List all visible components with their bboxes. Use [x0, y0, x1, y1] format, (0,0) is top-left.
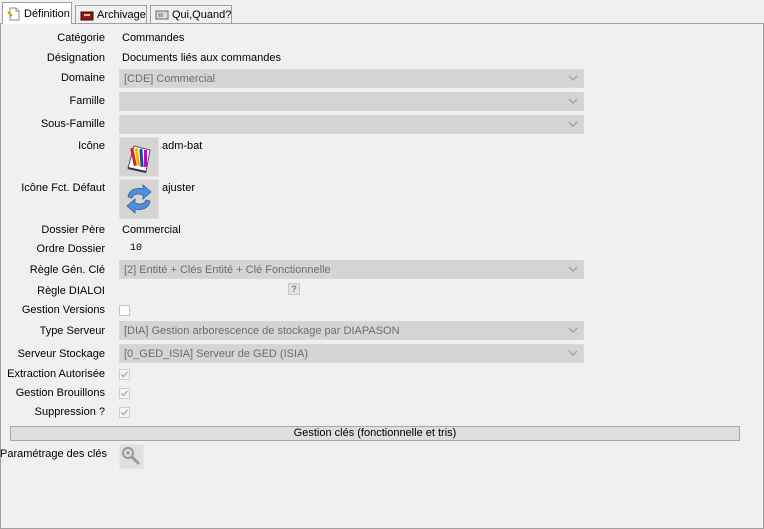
parametrage-cles-label: Paramétrage des clés — [0, 448, 107, 460]
chevron-down-icon — [568, 119, 578, 129]
extraction-autorisee-checkbox[interactable] — [119, 369, 130, 380]
suppression-label: Suppression ? — [34, 406, 105, 418]
famille-select[interactable] — [119, 92, 584, 111]
dossier-pere-value: Commercial — [122, 224, 181, 236]
designation-value: Documents liés aux commandes — [122, 52, 281, 64]
gestion-versions-label: Gestion Versions — [21, 304, 105, 316]
gestion-cles-button[interactable]: Gestion clés (fonctionnelle et tris) — [10, 426, 740, 441]
definition-panel: Catégorie Commandes Désignation Document… — [0, 23, 764, 529]
chevron-down-icon — [568, 96, 578, 106]
icone-fct-value: ajuster — [162, 182, 196, 194]
sous-famille-select[interactable] — [119, 115, 584, 134]
ordre-dossier-value: 10 — [130, 243, 143, 254]
dossier-pere-label: Dossier Père — [41, 224, 105, 236]
document-icon — [7, 7, 21, 21]
domaine-select-value: [CDE] Commercial — [124, 73, 216, 85]
type-serveur-select-value: [DIA] Gestion arborescence de stockage p… — [124, 325, 400, 337]
chevron-down-icon — [568, 264, 578, 274]
type-serveur-select[interactable]: [DIA] Gestion arborescence de stockage p… — [119, 321, 584, 340]
tab-archivage[interactable]: Archivage — [75, 5, 147, 23]
checkmark-icon — [121, 371, 128, 378]
checkmark-icon — [121, 409, 128, 416]
tab-qui-quand[interactable]: Qui,Quand? — [150, 5, 232, 23]
tab-definition[interactable]: Définition — [2, 2, 72, 24]
icone-fct-picker[interactable] — [119, 179, 159, 219]
tab-qui-quand-label: Qui,Quand? — [172, 8, 232, 21]
pencils-icon — [120, 145, 158, 179]
regle-dialog-label: Règle DIALOI — [37, 285, 105, 297]
domaine-select[interactable]: [CDE] Commercial — [119, 69, 584, 88]
icone-fct-label: Icône Fct. Défaut — [21, 182, 105, 194]
gestion-brouillons-label: Gestion Brouillons — [15, 387, 105, 399]
regle-gen-cle-select-value: [2] Entité + Clés Entité + Clé Fonctionn… — [124, 264, 331, 276]
type-serveur-label: Type Serveur — [39, 325, 105, 337]
domaine-label: Domaine — [60, 72, 105, 84]
chevron-down-icon — [568, 73, 578, 83]
gestion-brouillons-checkbox[interactable] — [119, 388, 130, 399]
icone-picker[interactable] — [119, 137, 159, 177]
serveur-stockage-label: Serveur Stockage — [17, 348, 105, 360]
suppression-checkbox[interactable] — [119, 407, 130, 418]
categorie-value: Commandes — [122, 32, 185, 44]
tab-definition-label: Définition — [24, 7, 70, 20]
designation-label: Désignation — [46, 52, 105, 64]
regle-gen-cle-select[interactable]: [2] Entité + Clés Entité + Clé Fonctionn… — [119, 260, 584, 279]
categorie-label: Catégorie — [57, 32, 105, 44]
extraction-autorisee-label: Extraction Autorisée — [7, 368, 105, 380]
famille-label: Famille — [69, 95, 105, 107]
regle-dialog-help-button[interactable]: ? — [288, 283, 300, 295]
archive-box-icon — [80, 8, 94, 22]
regle-gen-cle-label: Règle Gén. Clé — [29, 264, 105, 276]
gestion-versions-checkbox[interactable] — [119, 305, 130, 316]
icone-value: adm-bat — [162, 140, 203, 152]
sous-famille-label: Sous-Famille — [40, 118, 105, 130]
ordre-dossier-label: Ordre Dossier — [36, 243, 105, 255]
parametrage-cles-button[interactable] — [119, 444, 144, 469]
tab-archivage-label: Archivage — [97, 8, 146, 21]
checkmark-icon — [121, 390, 128, 397]
tab-bar: Définition Archivage Qui,Quand? — [0, 0, 764, 24]
wrench-key-icon — [120, 447, 143, 471]
chevron-down-icon — [568, 325, 578, 335]
serveur-stockage-select[interactable]: [0_GED_ISIA] Serveur de GED (ISIA) — [119, 344, 584, 363]
serveur-stockage-select-value: [0_GED_ISIA] Serveur de GED (ISIA) — [124, 348, 309, 360]
chevron-down-icon — [568, 348, 578, 358]
refresh-arrows-icon — [120, 184, 158, 221]
icone-label: Icône — [78, 140, 105, 152]
monitor-icon — [155, 8, 169, 22]
